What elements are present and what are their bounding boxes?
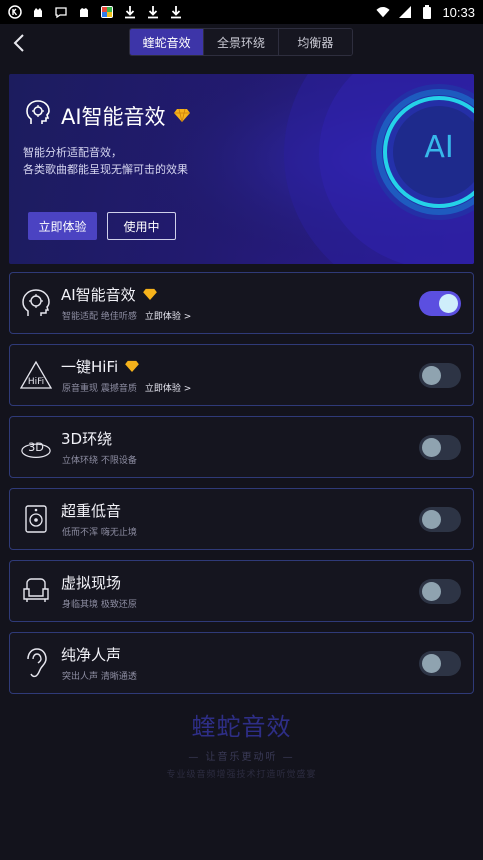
toggle-knob bbox=[422, 366, 441, 385]
hifi-icon: HiFi bbox=[20, 358, 52, 392]
card-title-row: 一键HiFi bbox=[61, 356, 140, 377]
try-now-link[interactable]: 立即体验 > bbox=[145, 309, 191, 322]
banner-title-row: AI智能音效 bbox=[25, 100, 190, 132]
ai-head-icon bbox=[20, 286, 52, 320]
card-title-row: 超重低音 bbox=[61, 500, 121, 521]
banner-description: 智能分析适配音效， 各类歌曲都能呈现无懈可击的效果 bbox=[23, 144, 188, 178]
premium-gem-icon bbox=[142, 285, 157, 304]
ear-icon bbox=[20, 646, 52, 680]
ai-orb-text: AI bbox=[424, 130, 454, 165]
toggle-knob bbox=[439, 294, 458, 313]
card-subtitle-text: 原音重现 震撼音质 bbox=[62, 384, 137, 394]
hand-icon bbox=[77, 5, 91, 19]
tab-equalizer[interactable]: 均衡器 bbox=[277, 29, 352, 55]
card-title-row: 虚拟现场 bbox=[61, 572, 121, 593]
try-now-button[interactable]: 立即体验 bbox=[28, 212, 97, 240]
status-bar: 10:33 bbox=[0, 0, 483, 24]
banner-desc-line: 智能分析适配音效， bbox=[23, 146, 122, 159]
card-title: 3D环绕 bbox=[61, 430, 113, 448]
hifi-toggle[interactable] bbox=[419, 363, 461, 388]
bass-boost-toggle[interactable] bbox=[419, 507, 461, 532]
toggle-knob bbox=[422, 510, 441, 529]
download-icon bbox=[123, 5, 137, 19]
toggle-knob bbox=[422, 654, 441, 673]
speaker-icon bbox=[20, 502, 52, 536]
ai-effect-toggle[interactable] bbox=[419, 291, 461, 316]
ai-effect-banner: AI AI智能音效 智能分析适配音效， 各类歌曲都能呈现无懈可击的效果 立即体验… bbox=[9, 74, 474, 264]
3d-surround-toggle[interactable] bbox=[419, 435, 461, 460]
banner-desc-line: 各类歌曲都能呈现无懈可击的效果 bbox=[23, 163, 188, 176]
wifi-icon bbox=[376, 5, 391, 19]
footer-tagline: 专业级音频增强技术打造听觉盛宴 bbox=[166, 770, 317, 780]
card-subtitle: 智能适配 绝佳听感 立即体验 > bbox=[62, 309, 191, 322]
effect-card-bass[interactable]: 超重低音 低而不浑 嗨无止境 bbox=[9, 488, 474, 550]
card-title-row: 3D环绕 bbox=[61, 428, 112, 449]
chevron-left-icon bbox=[13, 34, 24, 52]
download-icon bbox=[169, 5, 183, 19]
effect-card-ai[interactable]: AI智能音效 智能适配 绝佳听感 立即体验 > bbox=[9, 272, 474, 334]
ai-head-icon bbox=[25, 100, 53, 132]
chat-icon bbox=[54, 5, 68, 19]
tab-panorama-surround[interactable]: 全景环绕 bbox=[203, 29, 278, 55]
svg-text:HiFi: HiFi bbox=[28, 377, 44, 387]
tab-viper-effect[interactable]: 蝰蛇音效 bbox=[130, 29, 204, 55]
card-subtitle-text: 身临其境 极致还原 bbox=[62, 600, 137, 610]
svg-text:3D: 3D bbox=[28, 441, 44, 454]
effect-card-3d[interactable]: 3D 3D环绕 立体环绕 不限设备 bbox=[9, 416, 474, 478]
k-badge-icon bbox=[8, 5, 22, 19]
effect-tabs: 蝰蛇音效 全景环绕 均衡器 bbox=[129, 28, 353, 56]
card-title-row: 纯净人声 bbox=[61, 644, 121, 665]
status-time: 10:33 bbox=[442, 4, 475, 20]
download-icon bbox=[146, 5, 160, 19]
card-subtitle-text: 低而不浑 嗨无止境 bbox=[62, 528, 137, 538]
card-subtitle: 突出人声 清晰通透 bbox=[62, 669, 137, 682]
effect-card-vocal[interactable]: 纯净人声 突出人声 清晰通透 bbox=[9, 632, 474, 694]
card-subtitle: 低而不浑 嗨无止境 bbox=[62, 525, 137, 538]
card-subtitle: 原音重现 震撼音质 立即体验 > bbox=[62, 381, 191, 394]
footer-brand: 蝰蛇音效 bbox=[191, 713, 292, 741]
card-subtitle-text: 突出人声 清晰通透 bbox=[62, 672, 137, 682]
banner-title: AI智能音效 bbox=[61, 105, 166, 129]
card-title: 一键HiFi bbox=[61, 358, 119, 376]
effect-card-live[interactable]: 虚拟现场 身临其境 极致还原 bbox=[9, 560, 474, 622]
armchair-icon bbox=[20, 574, 52, 608]
card-title: 纯净人声 bbox=[61, 646, 122, 664]
in-use-button[interactable]: 使用中 bbox=[107, 212, 176, 240]
header: 蝰蛇音效 全景环绕 均衡器 bbox=[0, 24, 483, 62]
gesture-icon bbox=[31, 5, 45, 19]
pure-vocal-toggle[interactable] bbox=[419, 651, 461, 676]
footer-slogan: — 让音乐更动听 — bbox=[188, 752, 295, 763]
gallery-icon bbox=[100, 5, 114, 19]
premium-gem-icon bbox=[125, 357, 140, 376]
card-subtitle: 立体环绕 不限设备 bbox=[62, 453, 137, 466]
toggle-knob bbox=[422, 438, 441, 457]
try-now-link[interactable]: 立即体验 > bbox=[145, 381, 191, 394]
back-button[interactable] bbox=[6, 30, 32, 56]
card-subtitle-text: 智能适配 绝佳听感 bbox=[62, 312, 137, 322]
card-title: 超重低音 bbox=[61, 502, 122, 520]
card-title-row: AI智能音效 bbox=[61, 284, 157, 305]
toggle-knob bbox=[422, 582, 441, 601]
signal-icon bbox=[398, 5, 412, 19]
card-title: 虚拟现场 bbox=[61, 574, 122, 592]
virtual-live-toggle[interactable] bbox=[419, 579, 461, 604]
effect-card-hifi[interactable]: HiFi 一键HiFi 原音重现 震撼音质 立即体验 > bbox=[9, 344, 474, 406]
premium-gem-icon bbox=[173, 107, 190, 126]
3d-icon: 3D bbox=[20, 430, 52, 464]
card-title: AI智能音效 bbox=[61, 286, 136, 304]
card-subtitle: 身临其境 极致还原 bbox=[62, 597, 137, 610]
battery-icon bbox=[420, 5, 434, 19]
card-subtitle-text: 立体环绕 不限设备 bbox=[62, 456, 137, 466]
